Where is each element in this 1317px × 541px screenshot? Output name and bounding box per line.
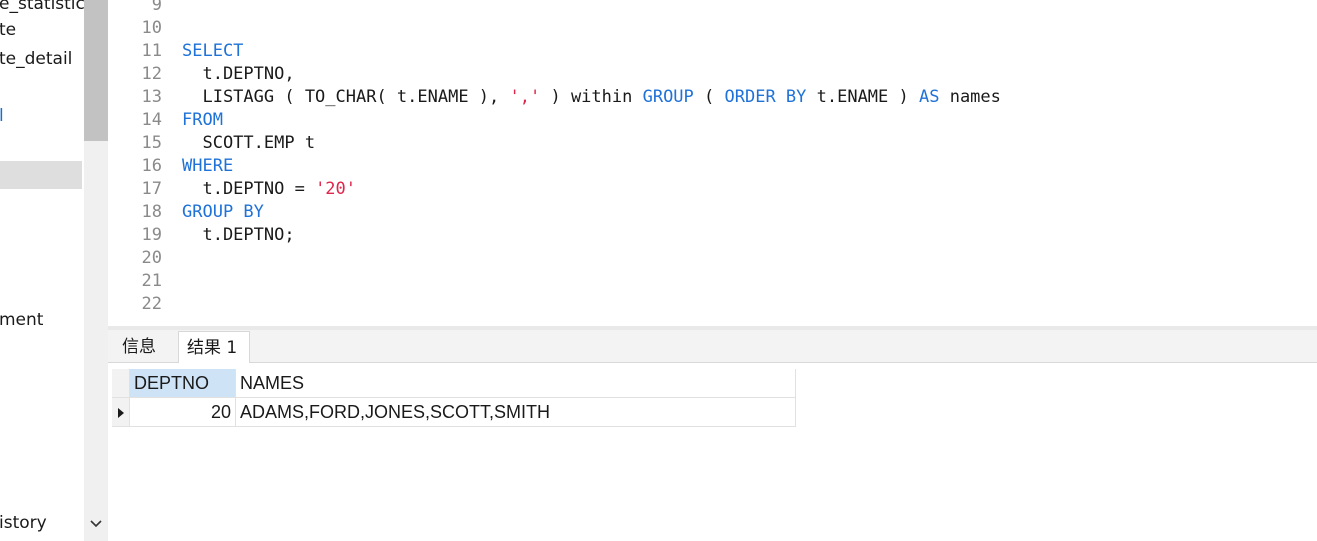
cell-deptno[interactable]: 20 (130, 398, 236, 427)
sidebar-item-history[interactable]: istory (0, 511, 84, 535)
sql-token: t.DEPTNO; (182, 225, 295, 245)
code-text: t.DEPTNO, (182, 63, 295, 86)
object-sidebar: e_statistic te te_detail l ment istory (0, 0, 108, 541)
code-line[interactable]: 15 SCOTT.EMP t (108, 132, 1317, 155)
sidebar-item-statistic[interactable]: e_statistic (0, 0, 84, 16)
sql-token: ( (693, 87, 725, 107)
code-line[interactable]: 20 (108, 247, 1317, 270)
line-number: 18 (141, 202, 162, 222)
line-number: 9 (151, 0, 162, 15)
sql-token: t.DEPTNO = (182, 179, 316, 199)
line-number: 20 (141, 248, 162, 268)
line-number: 16 (141, 156, 162, 176)
code-text: WHERE (182, 155, 233, 178)
sidebar-item-te-detail[interactable]: te_detail (0, 47, 84, 71)
tab-result-1[interactable]: 结果 1 (178, 331, 250, 363)
sql-keyword: ORDER BY (724, 87, 807, 107)
code-line[interactable]: 22 (108, 293, 1317, 316)
sidebar-item-l[interactable]: l (0, 104, 84, 128)
line-number: 12 (141, 64, 162, 84)
sql-string: '20' (315, 179, 357, 199)
sql-keyword: AS (918, 87, 940, 107)
line-number: 22 (141, 294, 162, 314)
line-number: 11 (141, 41, 162, 61)
sidebar-selected-row[interactable] (0, 161, 82, 189)
column-header-names[interactable]: NAMES (236, 369, 796, 398)
code-line[interactable]: 13 LISTAGG ( TO_CHAR( t.ENAME ), ',' ) w… (108, 86, 1317, 109)
line-number: 13 (141, 87, 162, 107)
code-line[interactable]: 17 t.DEPTNO = '20' (108, 178, 1317, 201)
line-number: 15 (141, 133, 162, 153)
row-pointer-icon (118, 408, 124, 418)
code-text: t.DEPTNO = '20' (182, 178, 356, 201)
tab-info[interactable]: 信息 (114, 331, 172, 362)
line-number: 10 (141, 18, 162, 38)
code-line[interactable]: 14 FROM (108, 109, 1317, 132)
code-text: GROUP BY (182, 201, 264, 224)
sql-token: t.ENAME ) (806, 87, 919, 107)
sql-editor[interactable]: 9 10 11 SELECT 12 t.DEPTNO, 13 LISTAGG ( TO_C… (108, 0, 1317, 326)
sql-token: LISTAGG ( TO_CHAR( t.ENAME ), (182, 87, 510, 107)
line-number: 21 (141, 271, 162, 291)
sql-keyword: GROUP (642, 87, 694, 107)
code-line[interactable]: 10 (108, 17, 1317, 40)
grid-corner (112, 369, 130, 398)
code-line[interactable]: 12 t.DEPTNO, (108, 63, 1317, 86)
code-text: FROM (182, 109, 223, 132)
code-text: t.DEPTNO; (182, 224, 295, 247)
code-line[interactable]: 9 (108, 0, 1317, 17)
sql-keyword: GROUP BY (182, 202, 264, 222)
result-tabbar: 信息 结果 1 (108, 330, 1317, 363)
code-line[interactable]: 19 t.DEPTNO; (108, 224, 1317, 247)
code-line[interactable]: 11 SELECT (108, 40, 1317, 63)
code-line[interactable]: 21 (108, 270, 1317, 293)
column-header-deptno[interactable]: DEPTNO (130, 369, 236, 398)
row-marker[interactable] (112, 398, 130, 427)
cell-names[interactable]: ADAMS,FORD,JONES,SCOTT,SMITH (236, 398, 796, 427)
code-line[interactable]: 16 WHERE (108, 155, 1317, 178)
sidebar-item-ment[interactable]: ment (0, 308, 84, 332)
sql-keyword: SELECT (182, 41, 244, 61)
code-text: SELECT (182, 40, 243, 63)
code-text: SCOTT.EMP t (182, 132, 315, 155)
sql-token: ) within (540, 87, 643, 107)
code-text: LISTAGG ( TO_CHAR( t.ENAME ), ',' ) with… (182, 86, 1001, 109)
sql-token: t.DEPTNO, (182, 64, 295, 84)
sql-keyword: WHERE (182, 156, 234, 176)
line-number: 17 (141, 179, 162, 199)
sidebar-scroll-thumb[interactable] (84, 0, 108, 141)
line-number: 14 (141, 110, 162, 130)
line-number: 19 (141, 225, 162, 245)
sql-token: names (939, 87, 1001, 107)
sql-keyword: FROM (182, 110, 223, 130)
result-panel: DEPTNO NAMES 20 ADAMS,FORD,JONES,SCOTT,S… (108, 363, 1317, 541)
sql-token: SCOTT.EMP t (182, 133, 316, 153)
chevron-down-icon[interactable] (86, 512, 106, 534)
code-line[interactable]: 18 GROUP BY (108, 201, 1317, 224)
sidebar-item-te[interactable]: te (0, 18, 84, 42)
sql-string: ',' (509, 87, 541, 107)
